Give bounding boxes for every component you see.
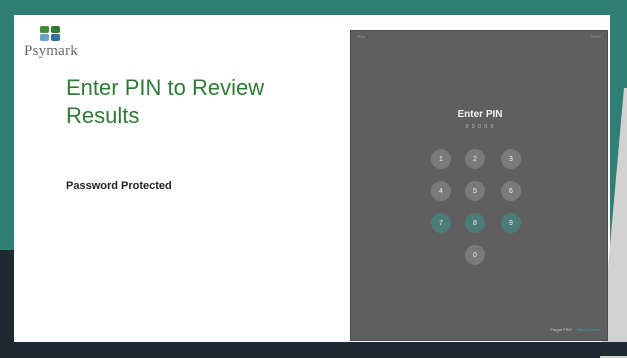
pin-prompt: Enter PIN bbox=[457, 109, 503, 120]
page-title: Enter PIN to Review Results bbox=[66, 75, 265, 128]
ipad-screenshot: iPad 100% Enter PIN 0 0 0 0 0 1 2 3 4 5 … bbox=[350, 30, 608, 341]
keypad-key-1[interactable]: 1 bbox=[431, 149, 451, 169]
keypad-key-4[interactable]: 4 bbox=[431, 181, 451, 201]
keypad-key-9[interactable]: 9 bbox=[501, 213, 521, 233]
forgot-pin-link[interactable]: Forgot PIN? bbox=[551, 327, 573, 332]
pin-dots: 0 0 0 0 0 bbox=[465, 124, 495, 130]
psymark-logo: Psymark bbox=[24, 26, 114, 62]
keypad-key-8[interactable]: 8 bbox=[465, 213, 485, 233]
keypad-key-5[interactable]: 5 bbox=[465, 181, 485, 201]
bottom-band bbox=[0, 342, 627, 356]
keypad-key-3[interactable]: 3 bbox=[501, 149, 521, 169]
keypad-key-6[interactable]: 6 bbox=[501, 181, 521, 201]
logo-mark-icon bbox=[40, 26, 62, 42]
keypad-key-0[interactable]: 0 bbox=[465, 245, 485, 265]
ipad-status-bar: iPad 100% bbox=[357, 34, 601, 40]
status-right: 100% bbox=[590, 34, 601, 39]
keypad-key-7[interactable]: 7 bbox=[431, 213, 451, 233]
reset-device-link[interactable]: Reset Device bbox=[577, 327, 601, 332]
keypad-key-2[interactable]: 2 bbox=[465, 149, 485, 169]
status-left: iPad bbox=[357, 34, 366, 39]
ipad-footer: Forgot PIN? Reset Device bbox=[547, 327, 602, 332]
logo-text: Psymark bbox=[24, 43, 78, 59]
subtitle: Password Protected bbox=[66, 180, 172, 192]
